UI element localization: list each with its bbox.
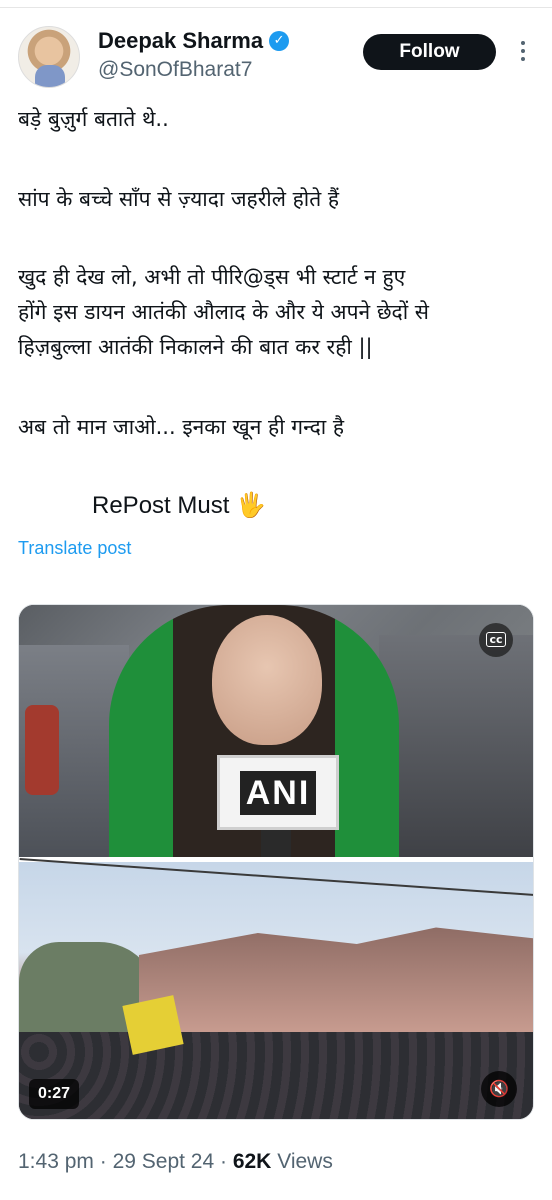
microphone-handle <box>261 830 291 857</box>
yellow-flag <box>122 995 184 1055</box>
power-line <box>19 858 533 896</box>
post-text-line: RePost Must 🖐 <box>92 492 266 519</box>
video-frame-rally <box>19 858 533 1119</box>
follow-button[interactable]: Follow <box>363 34 496 70</box>
post-date[interactable]: 29 Sept 24 <box>113 1150 215 1173</box>
views-count[interactable]: 62K <box>233 1150 272 1173</box>
post-text-line: अब तो मान जाओ... इनका खून ही गन्दा है <box>18 415 345 439</box>
news-microphone: ANI <box>217 755 339 830</box>
background-buildings <box>139 927 533 1032</box>
post-text-line: होंगे इस डायन आतंकी औलाद के और ये अपने छ… <box>18 300 430 324</box>
microphone-logo: ANI <box>239 770 317 815</box>
post-text-line: खुद ही देख लो, अभी तो पीरि@ड्स भी स्टार्… <box>18 265 406 289</box>
post-meta: 1:43 pm · 29 Sept 24 · 62K Views <box>18 1150 333 1174</box>
post-text-line: सांप के बच्चे साँप से ज़्यादा जहरीले होत… <box>18 187 340 211</box>
post-text-line: हिज़बुल्ला आतंकी निकालने की बात कर रही |… <box>18 335 373 359</box>
rally-crowd <box>19 1032 533 1119</box>
translate-post-link[interactable]: Translate post <box>18 538 131 559</box>
post-header: Deepak Sharma ✓ @SonOfBharat7 Follow <box>18 26 534 90</box>
speaker-face <box>212 615 322 745</box>
top-divider <box>0 0 552 8</box>
views-label[interactable]: Views <box>271 1150 333 1173</box>
video-duration-badge: 0:27 <box>29 1079 80 1109</box>
background-person <box>25 705 59 795</box>
volume-muted-icon[interactable]: 🔇 <box>481 1071 517 1107</box>
meta-separator: · <box>214 1150 233 1173</box>
author-handle[interactable]: @SonOfBharat7 <box>98 58 252 82</box>
background-crowd <box>379 635 533 857</box>
closed-captions-label: cc <box>486 632 506 647</box>
author-name[interactable]: Deepak Sharma <box>98 28 263 54</box>
video-frame-interview: ANI cc <box>19 605 533 857</box>
verified-badge-icon: ✓ <box>269 31 290 51</box>
post-time[interactable]: 1:43 pm <box>18 1150 94 1173</box>
video-player[interactable]: ANI cc 0:27 🔇 <box>18 604 534 1120</box>
closed-captions-icon[interactable]: cc <box>479 623 513 657</box>
author-name-row: Deepak Sharma ✓ <box>98 28 290 54</box>
post-text-line: बड़े बुज़ुर्ग बताते थे.. <box>18 107 169 131</box>
more-options-icon[interactable] <box>512 40 534 62</box>
meta-separator: · <box>93 1150 113 1173</box>
author-avatar[interactable] <box>18 26 80 88</box>
